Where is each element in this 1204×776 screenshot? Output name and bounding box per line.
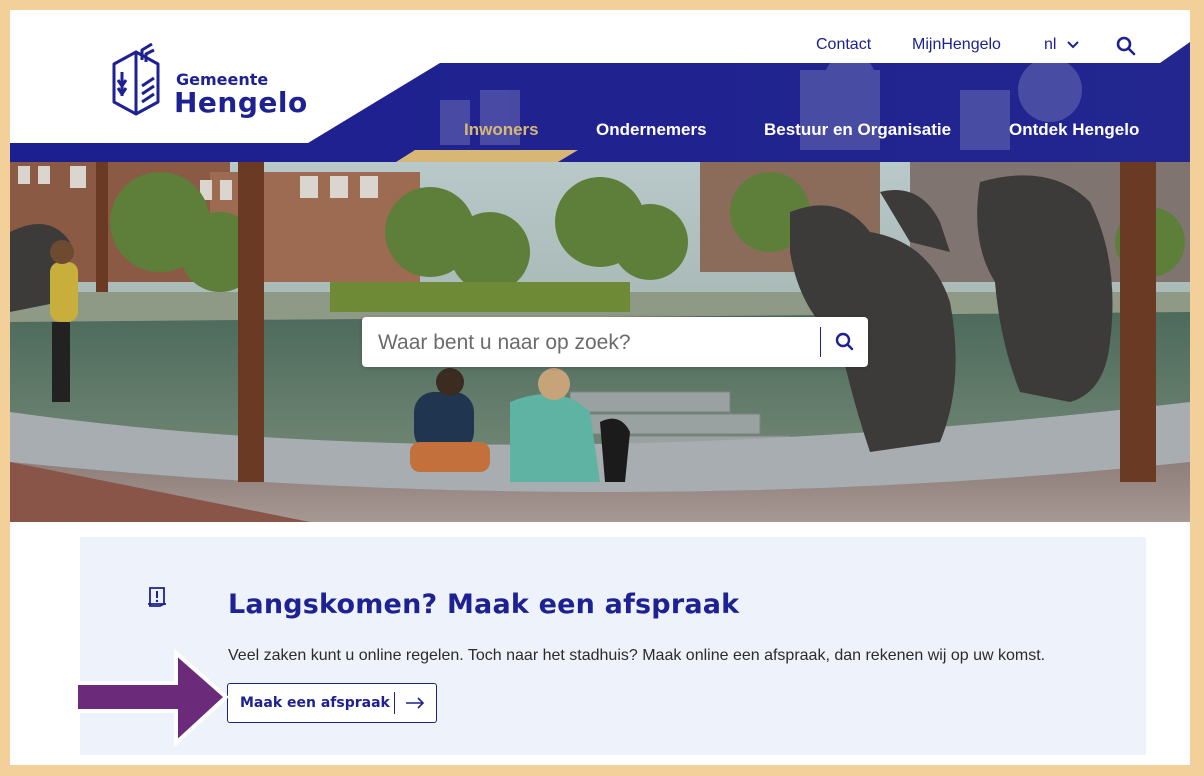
header-search-icon[interactable]	[1114, 34, 1138, 58]
nav-item-bestuur[interactable]: Bestuur en Organisatie	[764, 120, 951, 140]
hero-image	[10, 162, 1190, 522]
hero-search	[362, 317, 868, 369]
mijnhengelo-link[interactable]: MijnHengelo	[912, 36, 1001, 54]
annotation-arrow	[76, 648, 229, 748]
search-button-icon[interactable]	[830, 327, 860, 357]
appointment-text: Veel zaken kunt u online regelen. Toch n…	[228, 647, 1046, 664]
chevron-down-icon	[1067, 41, 1079, 49]
logo-text-hengelo: Hengelo	[174, 86, 308, 119]
arrow-right-icon	[406, 697, 425, 709]
contact-link[interactable]: Contact	[816, 36, 871, 54]
button-divider	[394, 692, 395, 714]
make-appointment-label: Maak een afspraak	[240, 695, 390, 711]
site-header: Gemeente Hengelo Contact MijnHengelo nl …	[10, 10, 1190, 162]
nav-item-inwoners[interactable]: Inwoners	[464, 120, 539, 140]
main-nav: Inwoners Ondernemers Bestuur en Organisa…	[10, 120, 1190, 150]
language-selector[interactable]: nl	[1044, 36, 1079, 54]
utility-nav: Contact MijnHengelo nl	[10, 34, 1190, 58]
appointment-title: Langskomen? Maak een afspraak	[228, 589, 740, 620]
page-frame: Gemeente Hengelo Contact MijnHengelo nl …	[10, 10, 1190, 765]
language-label: nl	[1044, 36, 1057, 53]
nav-item-ontdek[interactable]: Ontdek Hengelo	[1009, 120, 1139, 140]
make-appointment-button[interactable]: Maak een afspraak	[227, 683, 437, 723]
search-divider	[820, 327, 821, 357]
nav-item-ondernemers[interactable]: Ondernemers	[596, 120, 707, 140]
appointment-icon	[148, 587, 166, 607]
search-input[interactable]	[376, 317, 820, 369]
